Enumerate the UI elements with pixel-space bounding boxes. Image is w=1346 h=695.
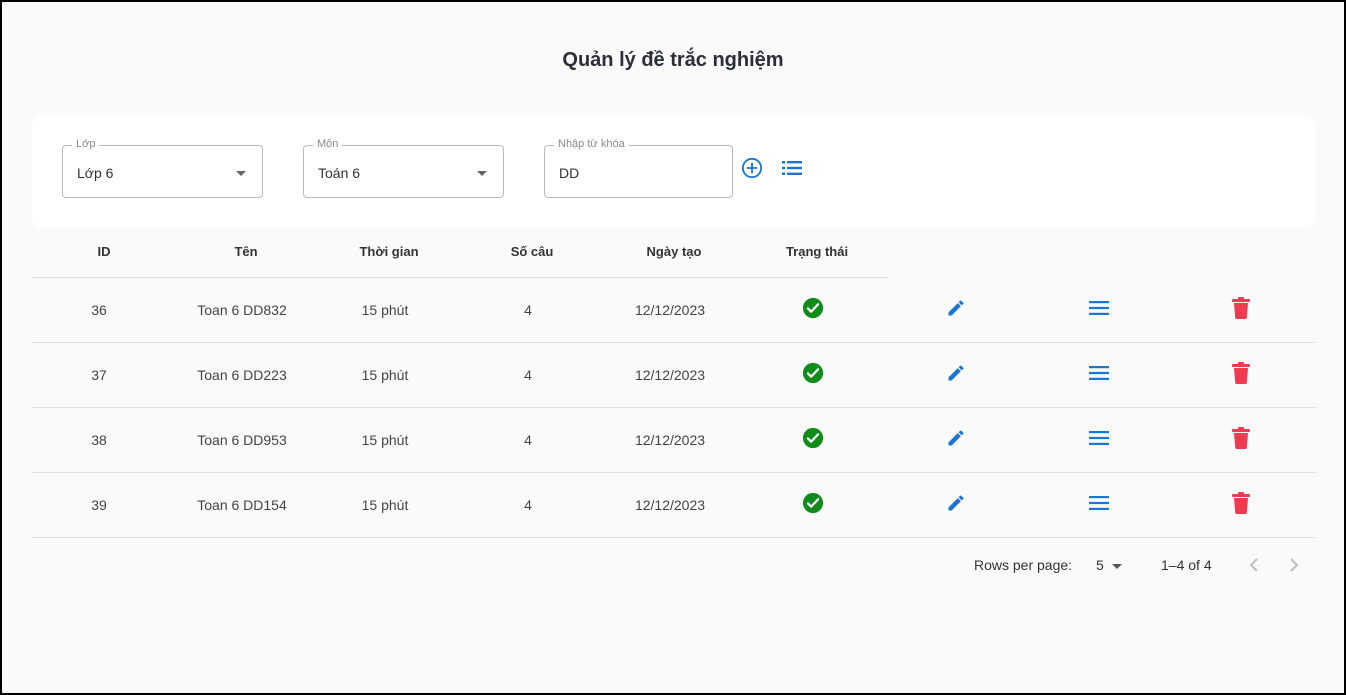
header-question-count: Số câu bbox=[510, 244, 554, 259]
list-icon bbox=[782, 161, 802, 175]
cell-name: Toan 6 DD223 bbox=[197, 367, 287, 383]
header-status: Trạng thái bbox=[785, 244, 849, 259]
rows-per-page-label: Rows per page: bbox=[974, 557, 1073, 573]
edit-icon bbox=[948, 300, 964, 316]
detail-button[interactable] bbox=[1087, 426, 1111, 450]
add-circle-icon bbox=[741, 157, 763, 179]
cell-questions: 4 bbox=[524, 432, 532, 448]
filter-card: Lớp Lớp 6 Môn Toán 6 Nhập từ khóa DD bbox=[32, 115, 1316, 228]
table-header: ID Tên Thời gian Số câu Ngày tạo Trạng t… bbox=[32, 230, 888, 278]
trash-icon bbox=[1232, 297, 1250, 319]
next-page-button[interactable] bbox=[1286, 556, 1302, 574]
pagination-range: 1–4 of 4 bbox=[1161, 557, 1212, 573]
cell-name: Toan 6 DD953 bbox=[197, 432, 287, 448]
header-id: ID bbox=[97, 244, 111, 259]
chevron-down-icon[interactable] bbox=[1112, 564, 1122, 569]
cell-name: Toan 6 DD154 bbox=[197, 497, 287, 513]
pagination: Rows per page: 5 1–4 of 4 bbox=[2, 555, 1346, 575]
class-select-label: Lớp bbox=[72, 138, 100, 150]
add-exam-button[interactable] bbox=[740, 156, 764, 180]
chevron-left-icon bbox=[1249, 558, 1258, 572]
menu-icon bbox=[1089, 366, 1109, 380]
class-select[interactable]: Lớp Lớp 6 bbox=[62, 138, 263, 198]
previous-page-button[interactable] bbox=[1246, 556, 1262, 574]
edit-button[interactable] bbox=[944, 296, 968, 320]
subject-select[interactable]: Môn Toán 6 bbox=[303, 138, 504, 198]
detail-button[interactable] bbox=[1087, 296, 1111, 320]
cell-duration: 15 phút bbox=[361, 302, 409, 318]
table-row: 39 Toan 6 DD154 15 phút 4 12/12/2023 bbox=[32, 473, 1316, 538]
cell-duration: 15 phút bbox=[361, 432, 409, 448]
status-check-icon bbox=[802, 492, 824, 514]
delete-button[interactable] bbox=[1229, 491, 1253, 515]
cell-questions: 4 bbox=[524, 367, 532, 383]
page-title: Quản lý đề trắc nghiệm bbox=[562, 49, 784, 71]
rows-per-page-select[interactable]: 5 bbox=[1096, 557, 1104, 573]
cell-created: 12/12/2023 bbox=[634, 367, 706, 383]
menu-icon bbox=[1089, 496, 1109, 510]
table-row: 37 Toan 6 DD223 15 phút 4 12/12/2023 bbox=[32, 343, 1316, 408]
cell-id: 37 bbox=[91, 367, 107, 383]
edit-button[interactable] bbox=[944, 491, 968, 515]
table-body: 36 Toan 6 DD832 15 phút 4 12/12/2023 37 Toan 6… bbox=[32, 278, 1316, 538]
cell-duration: 15 phút bbox=[361, 497, 409, 513]
app-frame: Quản lý đề trắc nghiệm Lớp Lớp 6 Môn Toá… bbox=[0, 0, 1346, 695]
cell-name: Toan 6 DD832 bbox=[197, 302, 287, 318]
cell-created: 12/12/2023 bbox=[634, 432, 706, 448]
detail-button[interactable] bbox=[1087, 361, 1111, 385]
list-view-button[interactable] bbox=[781, 158, 803, 178]
chevron-down-icon bbox=[236, 171, 246, 176]
header-name: Tên bbox=[234, 244, 258, 259]
trash-icon bbox=[1232, 492, 1250, 514]
cell-id: 39 bbox=[91, 497, 107, 513]
status-check-icon bbox=[801, 296, 825, 320]
trash-icon bbox=[1232, 427, 1250, 449]
delete-button[interactable] bbox=[1229, 426, 1253, 450]
class-select-value: Lớp 6 bbox=[77, 165, 114, 181]
cell-questions: 4 bbox=[524, 497, 532, 513]
status-check-icon bbox=[801, 426, 825, 450]
cell-created: 12/12/2023 bbox=[634, 497, 706, 513]
table-row: 38 Toan 6 DD953 15 phút 4 12/12/2023 bbox=[32, 408, 1316, 473]
table-row: 36 Toan 6 DD832 15 phút 4 12/12/2023 bbox=[32, 278, 1316, 343]
cell-id: 36 bbox=[91, 302, 107, 318]
detail-button[interactable] bbox=[1087, 491, 1111, 515]
keyword-input[interactable]: Nhập từ khóa DD bbox=[544, 138, 733, 198]
menu-icon bbox=[1089, 431, 1109, 445]
status-check-icon bbox=[801, 491, 825, 515]
status-check-icon bbox=[802, 427, 824, 449]
keyword-input-value: DD bbox=[559, 165, 580, 181]
menu-icon bbox=[1089, 301, 1109, 315]
subject-select-value: Toán 6 bbox=[318, 165, 361, 181]
status-check-icon bbox=[802, 297, 824, 319]
status-check-icon bbox=[801, 361, 825, 385]
header-created-date: Ngày tạo bbox=[646, 244, 702, 259]
edit-icon bbox=[948, 365, 964, 381]
delete-button[interactable] bbox=[1229, 361, 1253, 385]
header-duration: Thời gian bbox=[359, 244, 419, 259]
subject-select-label: Môn bbox=[313, 138, 343, 150]
delete-button[interactable] bbox=[1229, 296, 1253, 320]
edit-icon bbox=[948, 430, 964, 446]
cell-created: 12/12/2023 bbox=[634, 302, 706, 318]
edit-button[interactable] bbox=[944, 361, 968, 385]
cell-id: 38 bbox=[91, 432, 107, 448]
cell-duration: 15 phút bbox=[361, 367, 409, 383]
chevron-down-icon bbox=[477, 171, 487, 176]
status-check-icon bbox=[802, 362, 824, 384]
chevron-right-icon bbox=[1290, 558, 1299, 572]
cell-questions: 4 bbox=[524, 302, 532, 318]
edit-icon bbox=[948, 495, 964, 511]
exam-table: ID Tên Thời gian Số câu Ngày tạo Trạng t… bbox=[32, 230, 1316, 538]
keyword-input-label: Nhập từ khóa bbox=[554, 138, 629, 150]
edit-button[interactable] bbox=[944, 426, 968, 450]
trash-icon bbox=[1232, 362, 1250, 384]
